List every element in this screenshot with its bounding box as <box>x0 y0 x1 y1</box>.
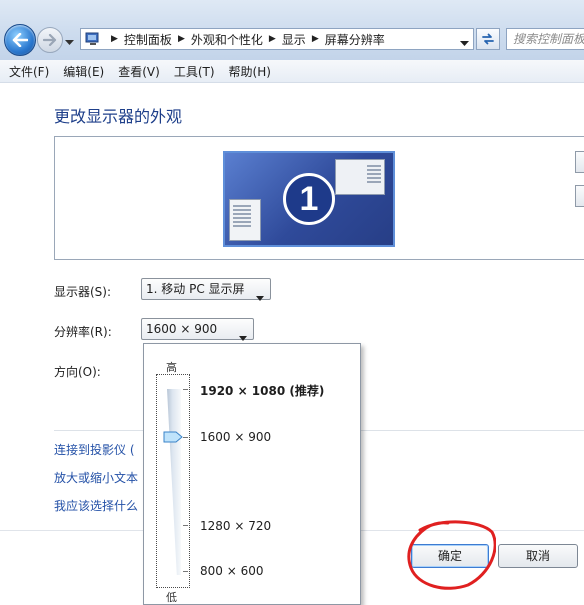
resolution-option[interactable]: 1600 × 900 <box>200 430 271 444</box>
slider-track[interactable] <box>167 389 181 575</box>
slider-tick <box>183 525 188 526</box>
forward-button[interactable] <box>37 27 63 53</box>
cancel-button[interactable]: 取消 <box>498 544 578 568</box>
mini-window <box>335 159 385 195</box>
resolution-dropdown: 高 低 1920 × 1080 (推荐) 1600 × 900 1280 × 7… <box>143 343 361 605</box>
link-what-settings[interactable]: 我应该选择什么 <box>54 497 138 514</box>
address-history-dropdown[interactable] <box>460 36 469 50</box>
menu-view[interactable]: 查看(V) <box>109 63 165 80</box>
arrow-right-icon <box>43 34 57 46</box>
resolution-slider[interactable] <box>156 374 190 588</box>
menu-tools[interactable]: 工具(T) <box>165 63 220 80</box>
link-connect-projector[interactable]: 连接到投影仪 ( <box>54 441 135 458</box>
slider-high-label: 高 <box>166 361 177 374</box>
resolution-option[interactable]: 800 × 600 <box>200 564 264 578</box>
menu-file[interactable]: 文件(F) <box>0 63 54 80</box>
refresh-icon <box>482 33 494 45</box>
resolution-option[interactable]: 1920 × 1080 (推荐) <box>200 382 324 399</box>
menu-bar: 文件(F) 编辑(E) 查看(V) 工具(T) 帮助(H) <box>0 60 584 83</box>
slider-low-label: 低 <box>166 591 177 604</box>
resolution-select[interactable]: 1600 × 900 <box>141 318 254 341</box>
refresh-button[interactable] <box>476 28 500 50</box>
breadcrumb-separator[interactable]: ▶ <box>178 34 185 44</box>
breadcrumb-separator[interactable]: ▶ <box>269 34 276 44</box>
chevron-down-icon <box>460 41 469 46</box>
detect-button[interactable] <box>575 151 584 173</box>
breadcrumb-separator: ▶ <box>111 34 118 44</box>
back-button[interactable] <box>4 24 36 56</box>
breadcrumb-control-panel[interactable]: 控制面板 <box>124 31 172 48</box>
mini-window <box>229 199 261 241</box>
navigation-bar: ▶ 控制面板 ▶ 外观和个性化 ▶ 显示 ▶ 屏幕分辨率 搜索控制面板 <box>0 0 584 60</box>
breadcrumb-screen-resolution[interactable]: 屏幕分辨率 <box>325 31 385 48</box>
orientation-label: 方向(O): <box>54 365 101 379</box>
menu-edit[interactable]: 编辑(E) <box>54 63 109 80</box>
recent-pages-dropdown[interactable] <box>65 35 74 49</box>
breadcrumb-appearance[interactable]: 外观和个性化 <box>191 31 263 48</box>
chevron-down-icon <box>256 287 264 307</box>
menu-help[interactable]: 帮助(H) <box>220 63 276 80</box>
link-text-size[interactable]: 放大或缩小文本 <box>54 469 138 486</box>
address-bar[interactable]: ▶ 控制面板 ▶ 外观和个性化 ▶ 显示 ▶ 屏幕分辨率 <box>80 28 474 50</box>
slider-tick <box>183 437 188 438</box>
chevron-down-icon <box>65 40 74 45</box>
monitor-number-badge: 1 <box>283 173 335 225</box>
breadcrumb-display[interactable]: 显示 <box>282 31 306 48</box>
display-select[interactable]: 1. 移动 PC 显示屏 <box>141 278 271 301</box>
display-label: 显示器(S): <box>54 285 112 299</box>
control-panel-icon <box>85 32 101 46</box>
page-title: 更改显示器的外观 <box>54 107 183 126</box>
slider-tick <box>183 571 188 572</box>
search-input[interactable]: 搜索控制面板 <box>506 28 584 50</box>
slider-tick <box>183 389 188 390</box>
ok-button[interactable]: 确定 <box>411 544 489 568</box>
identify-button[interactable] <box>575 185 584 207</box>
breadcrumb-separator[interactable]: ▶ <box>312 34 319 44</box>
resolution-option[interactable]: 1280 × 720 <box>200 519 271 533</box>
arrow-left-icon <box>12 33 28 47</box>
display-select-value: 1. 移动 PC 显示屏 <box>146 282 245 296</box>
resolution-label: 分辨率(R): <box>54 325 112 339</box>
resolution-select-value: 1600 × 900 <box>146 322 218 336</box>
display-preview: 1 <box>54 136 584 260</box>
slider-thumb[interactable] <box>163 431 183 443</box>
monitor-preview[interactable]: 1 <box>223 151 395 247</box>
